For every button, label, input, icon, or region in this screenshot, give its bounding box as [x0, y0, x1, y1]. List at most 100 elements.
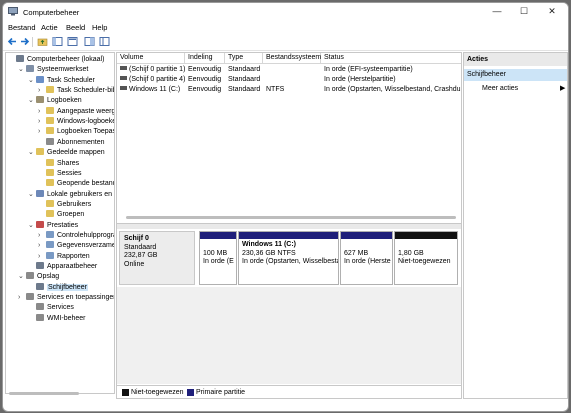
menu-beeld[interactable]: Beeld [66, 23, 85, 32]
partition-box[interactable]: Windows 11 (C:) 230,36 GB NTFS In orde (Op… [238, 231, 339, 285]
tree-node[interactable]: ⌄ Task Scheduler [28, 75, 95, 86]
main-window: Computerbeheer — ☐ ✕ Bestand Actie Beeld… [2, 2, 569, 412]
tree-node[interactable]: › Windows-logboeken [38, 117, 114, 127]
chevron-right-icon[interactable]: › [38, 127, 46, 137]
more-actions-item[interactable]: Meer acties [482, 84, 518, 94]
volume-cell-text: In orde (EFI-systeempartitie) [324, 66, 413, 73]
chevron-down-icon[interactable]: ⌄ [18, 272, 26, 282]
tree-node[interactable]: ⌄ Opslag [18, 272, 59, 282]
volume-name-cell[interactable]: (Schijf 0 partitie 4) [117, 75, 185, 85]
actions-pane: Acties Schijfbeheer Meer acties ▶ [463, 52, 568, 399]
properties-icon[interactable] [84, 36, 95, 47]
volume-cell[interactable] [263, 75, 321, 85]
volume-cell[interactable]: Standaard [225, 75, 263, 85]
tree-node[interactable]: Apparaatbeheer [28, 262, 97, 272]
chevron-right-icon[interactable]: › [38, 252, 46, 262]
volume-cell[interactable]: Eenvoudig [185, 75, 225, 85]
tree-node[interactable]: ⌄ Lokale gebruikers en gro [28, 189, 114, 200]
chevron-right-icon[interactable]: › [38, 241, 46, 251]
column-header-bestandssysteem[interactable]: Bestandssysteem [263, 53, 321, 63]
menu-bestand[interactable]: Bestand [8, 23, 36, 32]
partition-box[interactable]: 627 MB In orde (Herste [340, 231, 393, 285]
volume-list-scrollbar[interactable] [118, 215, 458, 220]
chevron-down-icon[interactable]: ⌄ [28, 76, 36, 86]
chevron-right-icon[interactable]: › [38, 107, 46, 117]
minimize-button[interactable]: — [488, 5, 506, 18]
volume-cell[interactable]: In orde (Opstarten, Wisselbestand, Crash… [321, 85, 461, 95]
up-folder-icon[interactable] [37, 36, 48, 47]
volume-cell[interactable]: In orde (EFI-systeempartitie) [321, 65, 461, 75]
back-arrow-icon[interactable] [7, 36, 18, 47]
computer-management-icon [8, 7, 18, 16]
chevron-down-icon[interactable]: ⌄ [28, 96, 36, 106]
menu-help[interactable]: Help [92, 23, 107, 32]
tree-node[interactable]: Shares [38, 158, 79, 169]
maximize-button[interactable]: ☐ [515, 5, 533, 18]
tree-node[interactable]: ⌄ Logboeken [28, 96, 82, 106]
chevron-right-icon[interactable]: › [38, 117, 46, 127]
tree-node[interactable]: Geopende bestande [38, 179, 114, 189]
tree-node[interactable]: ⌄ Prestaties [28, 220, 78, 231]
tree-node[interactable]: ⌄ Systeemwerkset [18, 65, 88, 75]
volume-list: Volume Indeling Type Bestandssysteem Sta… [117, 53, 461, 231]
volume-cell[interactable]: Standaard [225, 85, 263, 95]
volume-name-cell[interactable]: (Schijf 0 partitie 1) [117, 65, 185, 75]
volume-cell[interactable]: Standaard [225, 65, 263, 75]
tree-node-label: Services [47, 304, 74, 312]
tree-node[interactable]: › Logboeken Toepass [38, 127, 114, 137]
chevron-down-icon[interactable]: ⌄ [28, 221, 36, 231]
graph-background [117, 287, 461, 384]
actions-header: Acties [464, 53, 567, 66]
tree-node-label: Gebruikers [57, 200, 92, 208]
volume-cell[interactable]: Eenvoudig [185, 85, 225, 95]
tree-node[interactable]: › Controlehulpprogra [38, 230, 114, 241]
tree-node[interactable]: Schijfbeheer [28, 282, 88, 293]
tree-node[interactable]: Computerbeheer (lokaal) [8, 55, 104, 65]
chevron-right-icon[interactable]: › [38, 86, 46, 96]
column-header-type[interactable]: Type [225, 53, 263, 63]
chevron-down-icon[interactable]: ⌄ [28, 148, 36, 158]
disk-0-label[interactable]: Schijf 0 Standaard 232,87 GB Online [119, 231, 195, 285]
volume-cell[interactable] [263, 65, 321, 75]
volume-name-cell[interactable]: Windows 11 (C:) [117, 85, 185, 95]
tree-node[interactable]: Sessies [38, 168, 82, 179]
partition-type-bar [200, 232, 236, 239]
tree-node[interactable]: › Task Scheduler-bibliot [38, 86, 114, 96]
chevron-right-icon[interactable]: › [18, 293, 26, 303]
volume-cell[interactable]: NTFS [263, 85, 321, 95]
tree-node-icon [46, 158, 54, 166]
tree-node[interactable]: › Services en toepassingen [18, 293, 114, 303]
tree-horizontal-scrollbar[interactable] [6, 391, 112, 396]
column-header-indeling[interactable]: Indeling [185, 53, 225, 63]
tree-node[interactable]: Abonnementen [38, 137, 104, 148]
tree-node[interactable]: Groepen [38, 210, 84, 220]
chevron-down-icon[interactable]: ⌄ [18, 65, 26, 75]
close-button[interactable]: ✕ [543, 5, 561, 18]
tree-node[interactable]: › Rapporten [38, 251, 90, 262]
tree-node[interactable]: Services [28, 303, 74, 313]
tree-node[interactable]: WMI-beheer [28, 313, 86, 324]
tree-node[interactable]: › Gegevensverzamela [38, 241, 114, 251]
actions-section-schijfbeheer[interactable]: Schijfbeheer [464, 69, 567, 81]
partition-box[interactable]: 1,80 GB Niet-toegewezen [394, 231, 458, 285]
tree-node[interactable]: Gebruikers [38, 199, 92, 210]
chevron-right-icon[interactable]: › [38, 231, 46, 241]
partition-type-bar [239, 232, 338, 239]
forward-arrow-icon[interactable] [19, 36, 30, 47]
show-hide-tree-icon[interactable] [52, 36, 63, 47]
partition-status: In orde (E [203, 258, 234, 265]
tree-node[interactable]: › Aangepaste weergav [38, 106, 114, 117]
volume-cell[interactable]: Eenvoudig [185, 65, 225, 75]
tree-node-icon [46, 241, 54, 249]
menu-actie[interactable]: Actie [41, 23, 58, 32]
disk-management-pane: Volume Indeling Type Bestandssysteem Sta… [116, 52, 462, 399]
show-action-pane-icon[interactable] [99, 36, 110, 47]
partition-box[interactable]: 100 MB In orde (E [199, 231, 237, 285]
tree-node[interactable]: ⌄ Gedeelde mappen [28, 148, 105, 158]
column-header-volume[interactable]: Volume [117, 53, 185, 63]
chevron-down-icon[interactable]: ⌄ [28, 190, 36, 200]
help-icon[interactable] [67, 36, 78, 47]
tree-node-icon [46, 117, 54, 125]
volume-cell[interactable]: In orde (Herstelpartitie) [321, 75, 461, 85]
column-header-status[interactable]: Status [321, 53, 461, 63]
